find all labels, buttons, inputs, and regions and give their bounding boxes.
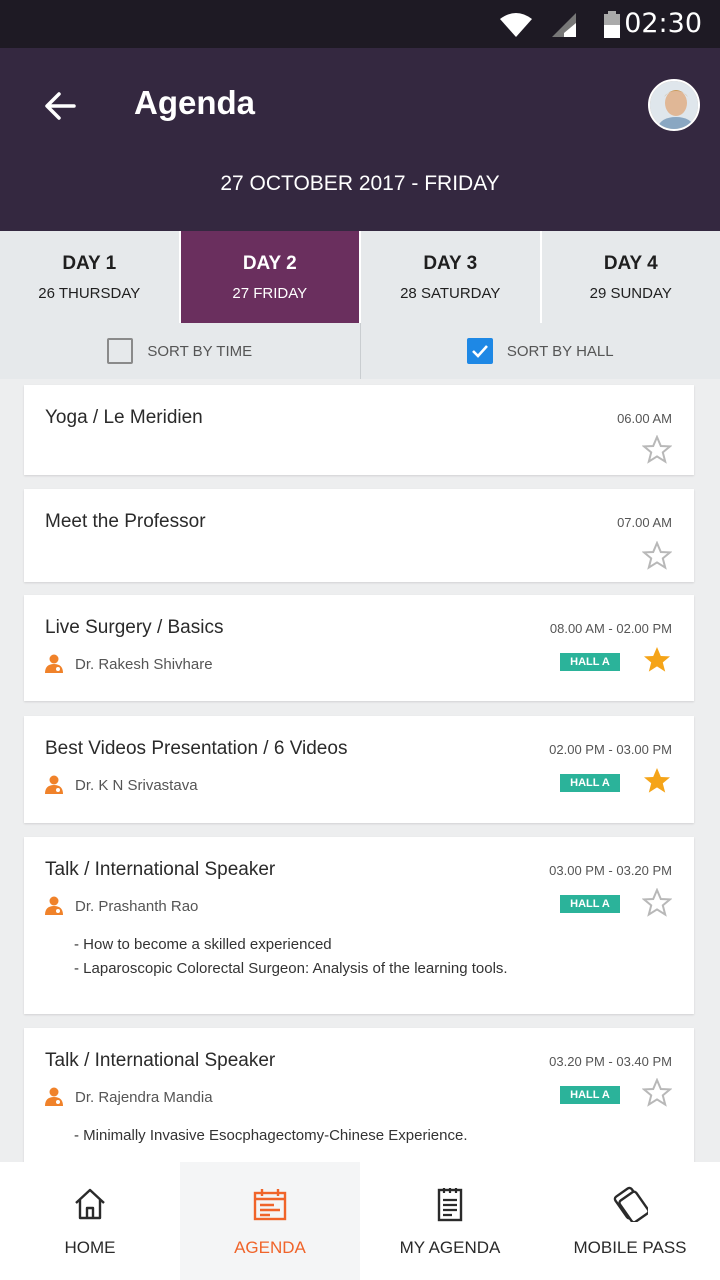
session-time: 07.00 AM — [617, 515, 672, 530]
session-card[interactable]: Talk / International Speaker 03.00 PM - … — [24, 837, 694, 1014]
battery-icon — [604, 11, 620, 38]
star-filled-icon[interactable] — [642, 645, 672, 675]
session-topics: - How to become a skilled experienced - … — [74, 933, 508, 981]
sort-by-time-checkbox[interactable] — [107, 338, 134, 364]
day-tabs: DAY 1 26 THURSDAY DAY 2 27 FRIDAY DAY 3 … — [0, 231, 720, 323]
hall-badge: HALL A — [560, 895, 620, 913]
hall-badge: HALL A — [560, 774, 620, 792]
status-time: 02:30 — [624, 8, 702, 39]
hall-badge: HALL A — [560, 653, 620, 671]
star-outline-icon[interactable] — [642, 435, 672, 465]
session-time: 03.20 PM - 03.40 PM — [549, 1054, 672, 1069]
session-list: Yoga / Le Meridien 06.00 AM Meet the Pro… — [0, 379, 720, 1162]
session-card[interactable]: Yoga / Le Meridien 06.00 AM — [24, 385, 694, 475]
app-header: Agenda 27 OCTOBER 2017 - FRIDAY — [0, 48, 720, 231]
sort-by-hall-label: SORT BY HALL — [506, 342, 614, 360]
nav-my-agenda[interactable]: MY AGENDA — [360, 1162, 540, 1280]
speaker-icon — [45, 1087, 63, 1106]
tab-day-date: 28 SATURDAY — [400, 285, 501, 302]
session-time: 03.00 PM - 03.20 PM — [549, 863, 672, 878]
sort-by-time-option[interactable]: SORT BY TIME — [0, 323, 360, 379]
session-speaker: Dr. Rakesh Shivhare — [45, 654, 213, 674]
session-time: 06.00 AM — [617, 411, 672, 426]
nav-home[interactable]: HOME — [0, 1162, 180, 1280]
session-card[interactable]: Live Surgery / Basics 08.00 AM - 02.00 P… — [24, 595, 694, 701]
hall-badge: HALL A — [560, 1086, 620, 1104]
nav-label: AGENDA — [234, 1238, 306, 1257]
tab-day-title: DAY 4 — [603, 253, 658, 274]
tab-day-1[interactable]: DAY 1 26 THURSDAY — [0, 231, 181, 323]
sort-by-hall-checkbox[interactable] — [466, 338, 493, 364]
agenda-date: 27 OCTOBER 2017 - FRIDAY — [220, 172, 500, 195]
agenda-icon — [253, 1189, 287, 1221]
nav-mobile-pass[interactable]: MOBILE PASS — [540, 1162, 720, 1280]
session-time: 08.00 AM - 02.00 PM — [549, 621, 672, 636]
session-card[interactable]: Talk / International Speaker 03.20 PM - … — [24, 1028, 694, 1162]
tab-day-2[interactable]: DAY 2 27 FRIDAY — [180, 231, 361, 323]
nav-label: MOBILE PASS — [573, 1238, 687, 1257]
session-topics: - Minimally Invasive Esocphagectomy-Chin… — [74, 1124, 468, 1148]
session-title: Best Videos Presentation / 6 Videos — [45, 738, 348, 759]
my-agenda-icon — [437, 1188, 463, 1222]
checkmark-icon — [471, 345, 488, 358]
speaker-icon — [45, 775, 63, 794]
star-filled-icon[interactable] — [642, 766, 672, 796]
tab-day-date: 27 FRIDAY — [232, 285, 308, 302]
speaker-icon — [45, 654, 63, 673]
session-title: Live Surgery / Basics — [45, 617, 224, 638]
topic-item: - Minimally Invasive Esocphagectomy-Chin… — [74, 1127, 468, 1144]
sort-bar: SORT BY TIME SORT BY HALL — [0, 323, 720, 379]
star-outline-icon[interactable] — [642, 888, 672, 918]
nav-label: HOME — [64, 1238, 116, 1257]
user-avatar[interactable] — [648, 79, 700, 131]
topic-item: - How to become a skilled experienced — [74, 936, 332, 953]
tab-day-title: DAY 1 — [62, 253, 117, 274]
page-title: Agenda — [134, 84, 256, 121]
session-speaker: Dr. Prashanth Rao — [45, 896, 198, 916]
session-card[interactable]: Meet the Professor 07.00 AM — [24, 489, 694, 582]
speaker-name: Dr. Prashanth Rao — [75, 897, 199, 915]
back-arrow-icon[interactable] — [40, 86, 80, 126]
tab-day-title: DAY 3 — [423, 253, 478, 274]
tab-day-4[interactable]: DAY 4 29 SUNDAY — [542, 231, 720, 323]
sort-by-hall-option[interactable]: SORT BY HALL — [359, 323, 720, 379]
status-bar: 02:30 — [0, 0, 720, 48]
session-title: Talk / International Speaker — [45, 859, 276, 880]
mobile-pass-icon — [613, 1186, 648, 1222]
session-speaker: Dr. Rajendra Mandia — [45, 1087, 213, 1107]
session-speaker: Dr. K N Srivastava — [45, 775, 198, 795]
speaker-icon — [45, 896, 63, 915]
bottom-navigation: HOME AGENDA MY AGENDA MOBILE PASS — [0, 1162, 720, 1280]
tab-day-date: 26 THURSDAY — [38, 285, 141, 302]
star-outline-icon[interactable] — [642, 541, 672, 571]
speaker-name: Dr. Rajendra Mandia — [75, 1088, 213, 1106]
session-title: Meet the Professor — [45, 511, 206, 532]
session-card[interactable]: Best Videos Presentation / 6 Videos 02.0… — [24, 716, 694, 823]
topic-item: - Laparoscopic Colorectal Surgeon: Analy… — [74, 960, 508, 977]
sort-by-time-label: SORT BY TIME — [147, 342, 253, 360]
nav-label: MY AGENDA — [399, 1238, 501, 1257]
tab-day-date: 29 SUNDAY — [589, 285, 672, 302]
speaker-name: Dr. Rakesh Shivhare — [75, 655, 213, 673]
cellular-signal-icon — [552, 13, 576, 37]
tab-day-3[interactable]: DAY 3 28 SATURDAY — [361, 231, 542, 323]
home-icon — [75, 1188, 105, 1220]
session-title: Yoga / Le Meridien — [45, 407, 203, 428]
tab-day-title: DAY 2 — [242, 253, 297, 274]
session-title: Talk / International Speaker — [45, 1050, 276, 1071]
avatar-image — [650, 81, 698, 129]
star-outline-icon[interactable] — [642, 1078, 672, 1108]
speaker-name: Dr. K N Srivastava — [75, 776, 198, 794]
nav-agenda[interactable]: AGENDA — [180, 1162, 360, 1280]
session-time: 02.00 PM - 03.00 PM — [549, 742, 672, 757]
wifi-icon — [500, 13, 532, 37]
